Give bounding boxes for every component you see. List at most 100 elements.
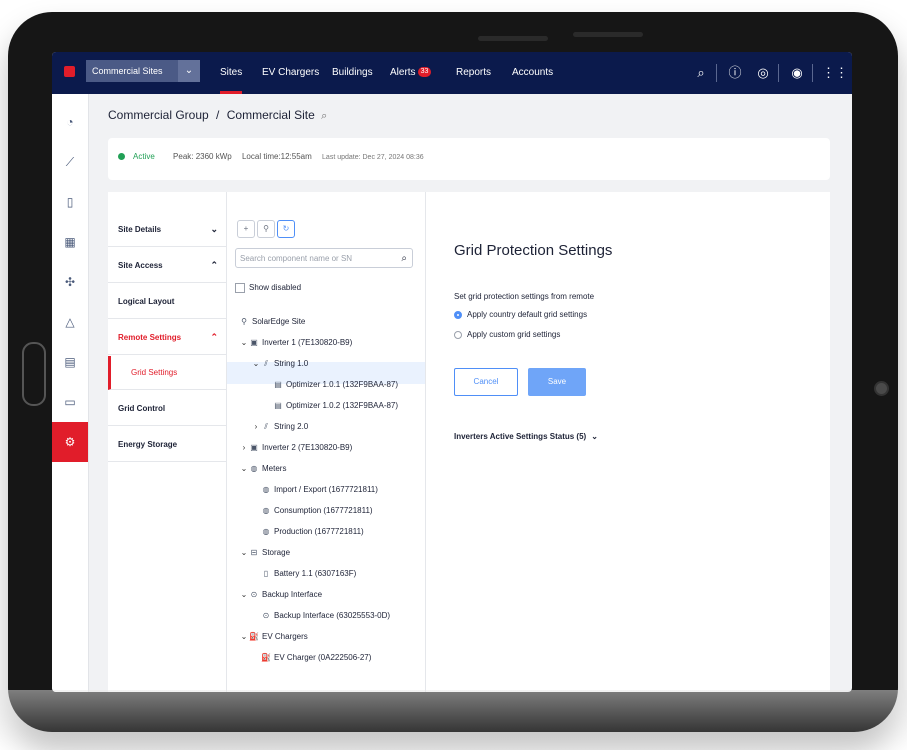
layout-icon[interactable]: ▦ bbox=[52, 222, 88, 262]
tree-node-label: Inverter 2 (7E130820-B9) bbox=[262, 443, 353, 452]
menu-remote-settings[interactable]: Remote Settings ⌃ bbox=[108, 320, 226, 355]
tree-node[interactable]: › ▣ Inverter 2 (7E130820-B9) bbox=[239, 438, 353, 458]
status-line: Active Peak: 2360 kWp Local time:12:55am… bbox=[118, 152, 432, 161]
tree-node[interactable]: ⊙ Backup Interface (63025553-0D) bbox=[261, 606, 390, 626]
tree-node-label: Optimizer 1.0.1 (132F9BAA-87) bbox=[286, 380, 399, 389]
menu-site-details[interactable]: Site Details ⌄ bbox=[108, 212, 226, 247]
tree-node[interactable]: ▤ Optimizer 1.0.1 (132F9BAA-87) bbox=[273, 375, 398, 395]
tree-node[interactable]: › ⫽ String 2.0 bbox=[251, 417, 309, 437]
search-icon[interactable]: ⌕ bbox=[321, 110, 327, 122]
search-icon[interactable]: ⌕ bbox=[692, 64, 710, 82]
apps-icon[interactable]: ⋮⋮ bbox=[822, 64, 848, 82]
tab-ev-chargers[interactable]: EV Chargers bbox=[262, 52, 319, 94]
tree-node[interactable]: ◍ Consumption (1677721811) bbox=[261, 501, 373, 521]
network-icon[interactable]: ✣ bbox=[52, 262, 88, 302]
tree-node[interactable]: ⌄ ⫽ String 1.0 bbox=[251, 354, 309, 374]
devices-icon[interactable]: ▯ bbox=[52, 182, 88, 222]
breadcrumb-group[interactable]: Commercial Group bbox=[108, 108, 209, 122]
inverters-status-toggle[interactable]: Inverters Active Settings Status (5) ⌄ bbox=[454, 432, 598, 441]
local-time: Local time:12:55am bbox=[241, 152, 312, 161]
menu-grid-control[interactable]: Grid Control bbox=[108, 391, 226, 426]
ev-charger-icon: ⛽ bbox=[261, 653, 271, 662]
save-button[interactable]: Save bbox=[528, 368, 586, 396]
tab-accounts[interactable]: Accounts bbox=[512, 52, 553, 94]
chevron-down-icon[interactable]: ⌄ bbox=[251, 354, 261, 374]
breadcrumb: Commercial Group / Commercial Site ⌕ bbox=[108, 108, 327, 123]
tab-alerts-label: Alerts bbox=[390, 67, 416, 78]
tree-node[interactable]: ⌄ ▣ Inverter 1 (7E130820-B9) bbox=[239, 333, 353, 353]
menu-site-access[interactable]: Site Access ⌃ bbox=[108, 248, 226, 283]
grid-settings-content: Grid Protection Settings Set grid protec… bbox=[438, 192, 830, 692]
filter-icon[interactable]: ⚲ bbox=[257, 220, 275, 238]
tab-alerts[interactable]: Alerts 33 bbox=[390, 52, 432, 94]
tree-node-label: Meters bbox=[262, 464, 287, 473]
tab-reports[interactable]: Reports bbox=[456, 52, 491, 94]
tab-reports-label: Reports bbox=[456, 67, 492, 78]
support-icon[interactable]: ◎ bbox=[754, 64, 772, 82]
tree-node-label: EV Charger (0A222506-27) bbox=[274, 653, 372, 662]
dashboard-icon[interactable]: ◔ bbox=[52, 102, 88, 142]
radio-icon bbox=[454, 330, 462, 339]
tree-node-label: SolarEdge Site bbox=[252, 317, 306, 326]
chevron-down-icon[interactable]: ⌄ bbox=[239, 627, 249, 647]
tree-node-label: EV Chargers bbox=[262, 632, 308, 641]
tree-node[interactable]: ▯ Battery 1.1 (6307163F) bbox=[261, 564, 356, 584]
tablet-frame: Commercial Sites ⌄ Sites EV Chargers Bui… bbox=[8, 12, 898, 732]
tree-node-label: Consumption (1677721811) bbox=[274, 506, 373, 515]
search-icon: ⌕ bbox=[401, 253, 407, 264]
menu-energy-storage[interactable]: Energy Storage bbox=[108, 427, 226, 462]
camera-icon bbox=[874, 381, 889, 396]
chevron-up-icon: ⌃ bbox=[210, 332, 218, 342]
alerts-count-badge: 33 bbox=[417, 67, 432, 78]
tree-node[interactable]: ◍ Import / Export (1677721811) bbox=[261, 480, 378, 500]
chevron-right-icon[interactable]: › bbox=[251, 417, 261, 437]
show-disabled-checkbox[interactable]: Show disabled bbox=[235, 283, 301, 293]
site-selector[interactable]: Commercial Sites ⌄ bbox=[86, 60, 200, 82]
settings-icon[interactable]: ⚙ bbox=[52, 422, 88, 462]
chevron-down-icon[interactable]: ⌄ bbox=[239, 333, 249, 353]
tree-node[interactable]: ⌄ ⛽ EV Chargers bbox=[239, 627, 308, 647]
menu-item-label: Logical Layout bbox=[118, 297, 175, 306]
tree-node[interactable]: ⛽ EV Charger (0A222506-27) bbox=[261, 648, 371, 668]
option-custom[interactable]: Apply custom grid settings bbox=[454, 330, 560, 339]
pin-icon: ⚲ bbox=[241, 317, 247, 326]
menu-logical-layout[interactable]: Logical Layout bbox=[108, 284, 226, 319]
inverters-status-label: Inverters Active Settings Status (5) bbox=[454, 432, 587, 441]
chevron-down-icon[interactable]: ⌄ bbox=[239, 585, 249, 605]
tree-node[interactable]: ▤ Optimizer 1.0.2 (132F9BAA-87) bbox=[273, 396, 398, 416]
tree-node-label: String 1.0 bbox=[274, 359, 309, 368]
ev-charger-icon: ⛽ bbox=[249, 632, 259, 641]
tree-node[interactable]: ⌄ ◍ Meters bbox=[239, 459, 287, 479]
refresh-icon[interactable]: ↻ bbox=[277, 220, 295, 238]
document-icon[interactable]: ▭ bbox=[52, 382, 88, 422]
search-placeholder: Search component name or SN bbox=[240, 254, 353, 263]
tree-node[interactable]: ⌄ ⊙ Backup Interface bbox=[239, 585, 322, 605]
menu-item-label: Remote Settings bbox=[118, 333, 182, 342]
tab-sites[interactable]: Sites bbox=[220, 52, 243, 94]
chevron-down-icon: ⌄ bbox=[210, 224, 218, 234]
report-icon[interactable]: ▤ bbox=[52, 342, 88, 382]
chart-icon[interactable]: ⟋ bbox=[52, 142, 88, 182]
last-update: Last update: Dec 27, 2024 08:36 bbox=[322, 154, 424, 161]
alert-icon[interactable]: △ bbox=[52, 302, 88, 342]
chevron-up-icon: ⌃ bbox=[210, 260, 218, 270]
tree-node[interactable]: ⚲ SolarEdge Site bbox=[239, 312, 305, 332]
chevron-right-icon[interactable]: › bbox=[239, 438, 249, 458]
tree-node[interactable]: ⌄ ⊟ Storage bbox=[239, 543, 290, 563]
option-country-default[interactable]: Apply country default grid settings bbox=[454, 310, 587, 319]
chevron-down-icon[interactable]: ⌄ bbox=[239, 543, 249, 563]
menu-grid-settings[interactable]: Grid Settings bbox=[108, 356, 226, 390]
tree-node[interactable]: ◍ Production (1677721811) bbox=[261, 522, 364, 542]
tab-sites-label: Sites bbox=[220, 67, 243, 78]
user-icon[interactable]: ◉ bbox=[788, 64, 806, 82]
component-search-input[interactable]: Search component name or SN ⌕ bbox=[235, 248, 413, 268]
tab-buildings[interactable]: Buildings bbox=[332, 52, 373, 94]
top-nav: Commercial Sites ⌄ Sites EV Chargers Bui… bbox=[52, 52, 852, 94]
add-icon[interactable]: + bbox=[237, 220, 255, 238]
string-icon: ⫽ bbox=[264, 422, 268, 431]
chevron-down-icon[interactable]: ⌄ bbox=[239, 459, 249, 479]
volume-button bbox=[478, 36, 548, 41]
site-selector-label: Commercial Sites bbox=[92, 66, 163, 76]
cancel-button[interactable]: Cancel bbox=[454, 368, 518, 396]
help-icon[interactable]: ⓘ bbox=[726, 64, 744, 82]
